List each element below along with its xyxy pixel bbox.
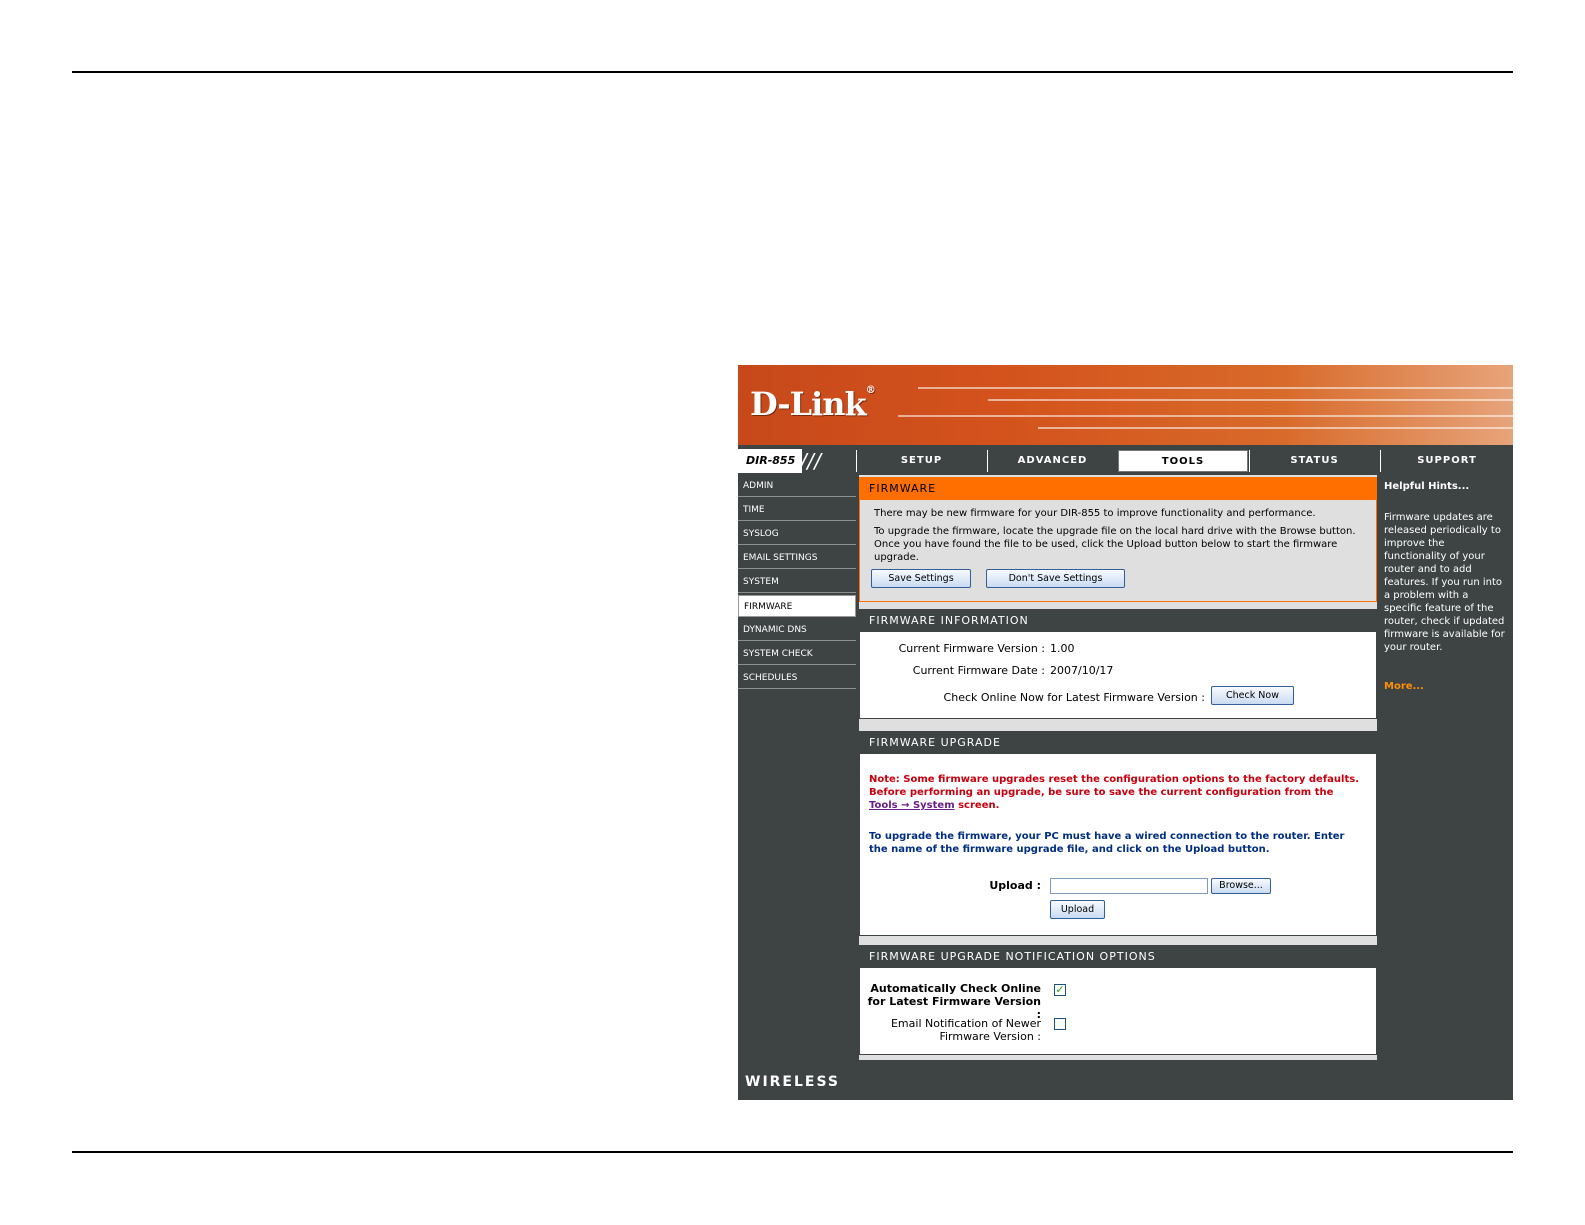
dlink-logo: D-Link®	[750, 385, 876, 423]
tab-tools[interactable]: TOOLS	[1118, 450, 1248, 472]
current-version-label: Current Firmware Version :	[898, 642, 1045, 655]
main-content: FIRMWARE There may be new firmware for y…	[859, 475, 1377, 1060]
email-notification-checkbox[interactable]	[1054, 1018, 1066, 1030]
tools-system-link[interactable]: Tools → System	[869, 800, 955, 811]
sidebar-item-time[interactable]: TIME	[738, 499, 856, 521]
upload-label: Upload :	[989, 879, 1041, 892]
sidebar: ADMIN TIME SYSLOG EMAIL SETTINGS SYSTEM …	[738, 475, 856, 691]
sidebar-item-system-check[interactable]: SYSTEM CHECK	[738, 643, 856, 665]
wireless-logo: WIRELESS	[745, 1074, 841, 1090]
auto-check-label: Automatically Check Online for Latest Fir…	[867, 982, 1041, 1021]
model-label: DIR-855	[738, 449, 802, 473]
sidebar-item-firmware[interactable]: FIRMWARE	[738, 595, 856, 617]
helpful-hints-panel: Helpful Hints... Firmware updates are re…	[1380, 475, 1513, 1060]
bottom-rule	[72, 1151, 1513, 1153]
notification-options-title: FIRMWARE UPGRADE NOTIFICATION OPTIONS	[860, 946, 1376, 968]
checkmark-icon: ✓	[1055, 983, 1065, 996]
current-date-label: Current Firmware Date :	[912, 664, 1045, 677]
sidebar-item-admin[interactable]: ADMIN	[738, 475, 856, 497]
upgrade-note: Note: Some firmware upgrades reset the c…	[869, 774, 1359, 811]
check-now-button[interactable]: Check Now	[1211, 686, 1294, 705]
firmware-information-section: FIRMWARE INFORMATION Current Firmware Ve…	[859, 609, 1377, 719]
firmware-section: FIRMWARE There may be new firmware for y…	[859, 477, 1377, 602]
notification-options-section: FIRMWARE UPGRADE NOTIFICATION OPTIONS Au…	[859, 945, 1377, 1055]
firmware-information-title: FIRMWARE INFORMATION	[860, 610, 1376, 632]
current-version-value: 1.00	[1050, 642, 1075, 655]
router-ui: D-Link® DIR-855 / / / SETUP ADVANCED TOO…	[738, 365, 1513, 1100]
auto-check-checkbox[interactable]: ✓	[1054, 984, 1066, 996]
sidebar-item-system[interactable]: SYSTEM	[738, 571, 856, 593]
firmware-upgrade-section: FIRMWARE UPGRADE Note: Some firmware upg…	[859, 731, 1377, 936]
hints-title: Helpful Hints...	[1384, 481, 1470, 492]
firmware-upgrade-title: FIRMWARE UPGRADE	[860, 732, 1376, 754]
hints-more-link[interactable]: More...	[1384, 681, 1424, 692]
tab-support[interactable]: SUPPORT	[1380, 450, 1513, 472]
email-notification-label: Email Notification of Newer Firmware Vers…	[890, 1017, 1041, 1043]
tab-setup[interactable]: SETUP	[856, 450, 986, 472]
dlink-banner: D-Link®	[738, 365, 1513, 445]
firmware-section-title: FIRMWARE	[860, 478, 1376, 500]
dont-save-settings-button[interactable]: Don't Save Settings	[986, 569, 1125, 588]
current-date-value: 2007/10/17	[1050, 664, 1114, 677]
firmware-intro: There may be new firmware for your DIR-8…	[874, 508, 1316, 519]
sidebar-item-syslog[interactable]: SYSLOG	[738, 523, 856, 545]
save-settings-button[interactable]: Save Settings	[871, 569, 971, 588]
slash-decoration: / / /	[800, 449, 821, 473]
top-rule	[72, 71, 1513, 73]
browse-button[interactable]: Browse...	[1211, 878, 1271, 894]
footer-bar: WIRELESS	[738, 1064, 1513, 1100]
sidebar-item-dynamic-dns[interactable]: DYNAMIC DNS	[738, 619, 856, 641]
top-navigation: DIR-855 / / / SETUP ADVANCED TOOLS STATU…	[738, 449, 1513, 473]
sidebar-item-schedules[interactable]: SCHEDULES	[738, 667, 856, 689]
sidebar-item-email-settings[interactable]: EMAIL SETTINGS	[738, 547, 856, 569]
upload-file-input[interactable]	[1050, 878, 1208, 894]
tab-status[interactable]: STATUS	[1249, 450, 1379, 472]
tab-advanced[interactable]: ADVANCED	[987, 450, 1117, 472]
firmware-instructions: To upgrade the firmware, locate the upgr…	[874, 526, 1356, 563]
check-online-label: Check Online Now for Latest Firmware Ver…	[943, 691, 1205, 704]
upgrade-instructions: To upgrade the firmware, your PC must ha…	[869, 831, 1345, 855]
upload-button[interactable]: Upload	[1050, 900, 1105, 919]
hints-body: Firmware updates are released periodical…	[1384, 512, 1505, 653]
